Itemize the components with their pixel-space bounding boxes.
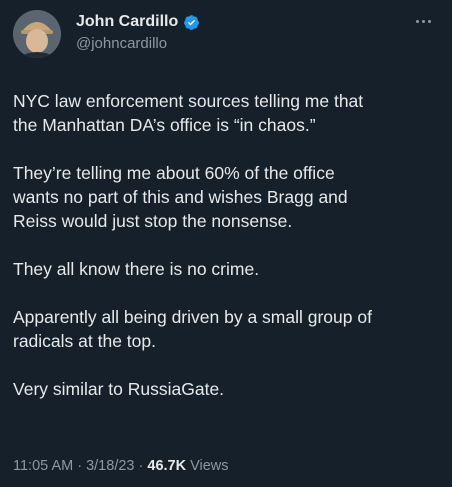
tweet-metadata: 11:05 AM · 3/18/23 · 46.7K Views [13,456,229,476]
meta-separator: · [134,458,148,474]
tweet-text: NYC law enforcement sources telling me t… [13,89,437,425]
tweet-date[interactable]: 3/18/23 [86,458,134,474]
views-count[interactable]: 46.7K [147,458,186,474]
tweet-paragraph: Very similar to RussiaGate. [13,379,225,399]
avatar-image [13,10,61,58]
author-handle[interactable]: @johncardillo [76,34,167,54]
tweet-time[interactable]: 11:05 AM [13,458,73,474]
tweet-paragraph: NYC law enforcement sources telling me t… [13,91,364,135]
author-display-name[interactable]: John Cardillo [76,12,178,32]
tweet-card: John Cardillo @johncardillo NYC law enfo… [0,0,452,487]
avatar[interactable] [13,10,61,58]
tweet-paragraph: Apparently all being driven by a small g… [13,307,372,351]
views-label: Views [186,458,229,474]
tweet-paragraph: They all know there is no crime. [13,259,260,279]
meta-separator: · [73,458,87,474]
verified-badge-icon [183,14,200,31]
tweet-paragraph: They’re telling me about 60% of the offi… [13,163,348,231]
author-name-row: John Cardillo [76,12,200,32]
more-options-icon[interactable] [416,16,436,26]
